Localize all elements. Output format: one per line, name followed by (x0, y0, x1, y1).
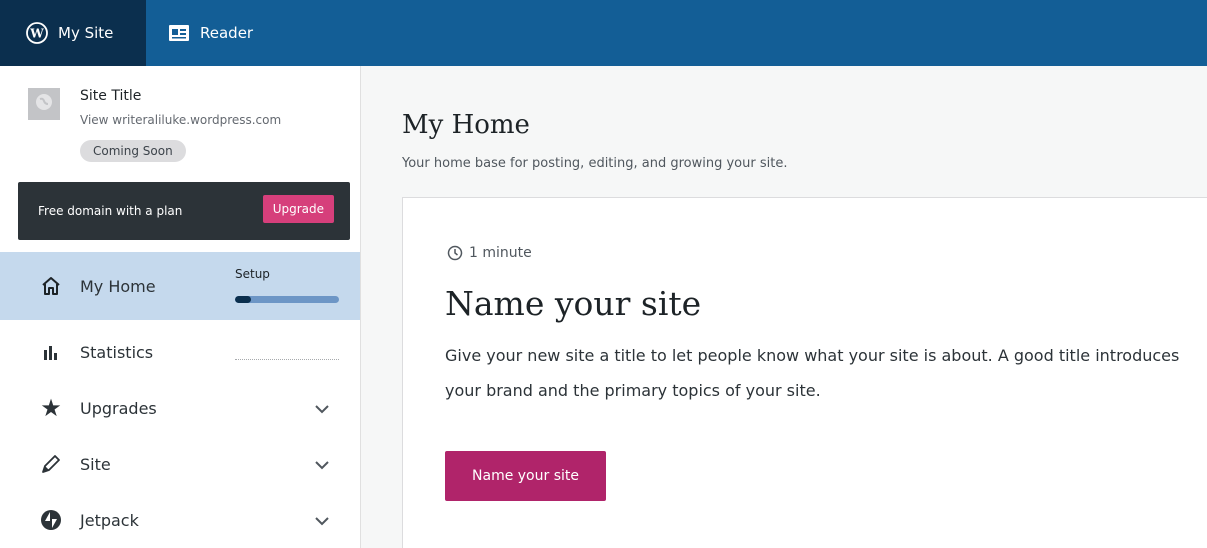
task-duration: 1 minute (447, 245, 532, 261)
site-url-link[interactable]: View writeraliluke.wordpress.com (80, 113, 281, 127)
sidebar-item-site[interactable]: Site (0, 436, 360, 492)
pencil-icon (38, 451, 64, 477)
my-site-label: My Site (58, 24, 114, 42)
chevron-down-icon[interactable] (315, 455, 329, 474)
my-site-tab[interactable]: W My Site (0, 0, 146, 66)
sidebar: Site Title View writeraliluke.wordpress.… (0, 66, 361, 548)
sidebar-item-upgrades[interactable]: ★ Upgrades (0, 380, 360, 436)
home-icon (38, 273, 64, 299)
sidebar-item-label: Upgrades (80, 398, 157, 418)
reader-tab[interactable]: Reader (146, 0, 271, 66)
reader-label: Reader (200, 24, 254, 42)
reader-icon (168, 24, 190, 42)
status-badge: Coming Soon (80, 140, 186, 162)
domain-upsell: Free domain with a plan Upgrade (18, 182, 350, 240)
stats-icon (38, 339, 64, 365)
chevron-down-icon[interactable] (315, 399, 329, 418)
sidebar-item-label: My Home (80, 276, 156, 296)
task-title: Name your site (445, 284, 702, 323)
divider (235, 359, 339, 360)
sidebar-item-my-home[interactable]: My Home Setup (0, 252, 360, 320)
svg-text:W: W (29, 27, 44, 41)
upsell-text: Free domain with a plan (38, 204, 183, 218)
sidebar-item-label: Jetpack (80, 510, 139, 530)
globe-icon (35, 93, 53, 115)
setup-progress-bar (235, 296, 339, 303)
sidebar-item-statistics[interactable]: Statistics (0, 324, 360, 380)
sidebar-item-label: Site (80, 454, 111, 474)
task-description: Give your new site a title to let people… (445, 346, 1180, 400)
sidebar-item-label: Statistics (80, 342, 154, 362)
page-header: My Home (402, 110, 530, 140)
sidebar-item-jetpack[interactable]: Jetpack (0, 492, 360, 548)
site-avatar (28, 88, 60, 120)
setup-progress-fill (235, 296, 251, 303)
upgrade-button[interactable]: Upgrade (262, 195, 334, 223)
name-your-site-button[interactable]: Name your site (445, 451, 606, 501)
page-title: My Home (402, 110, 530, 140)
setup-label: Setup (235, 267, 270, 281)
jetpack-icon (38, 507, 64, 533)
duration-text: 1 minute (469, 245, 532, 261)
wordpress-logo-icon: W (26, 22, 48, 44)
site-title: Site Title (80, 88, 142, 104)
task-card: 1 minute Name your site Give your new si… (402, 197, 1207, 548)
masterbar: W My Site Reader (0, 0, 1207, 66)
chevron-down-icon[interactable] (315, 511, 329, 530)
star-icon: ★ (40, 394, 62, 422)
clock-icon (447, 245, 463, 261)
page-subtitle: Your home base for posting, editing, and… (402, 156, 788, 171)
